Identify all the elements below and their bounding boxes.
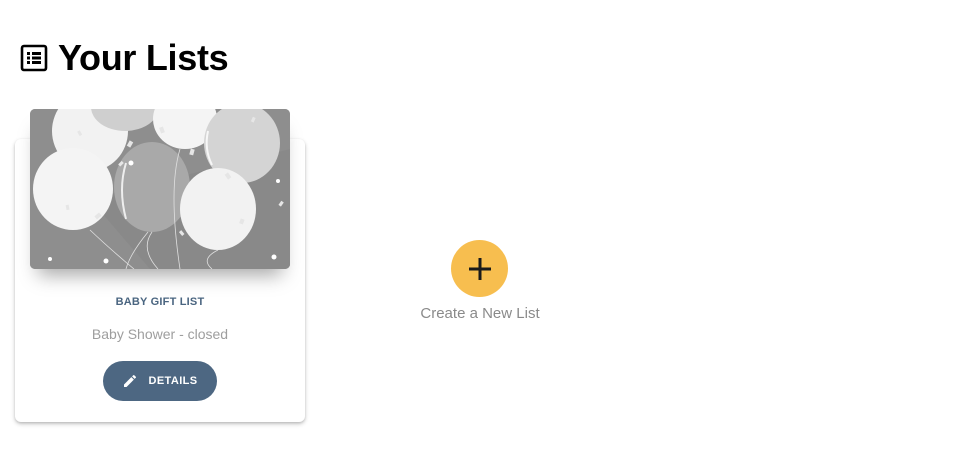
list-card-title: BABY GIFT LIST [115,296,205,308]
page-title: Your Lists [58,37,229,78]
pencil-icon [124,374,137,387]
create-list-label[interactable]: Create a New List [380,305,580,322]
list-card-subtitle: Baby Shower - closed [91,326,229,342]
plus-icon [468,257,491,280]
details-button-label: DETAILS [148,375,198,387]
page-header: Your Lists [20,36,229,80]
details-button[interactable]: DETAILS [103,361,217,401]
create-list-button[interactable] [451,240,508,297]
balloons-image [30,109,290,269]
list-alt-icon [20,44,48,72]
